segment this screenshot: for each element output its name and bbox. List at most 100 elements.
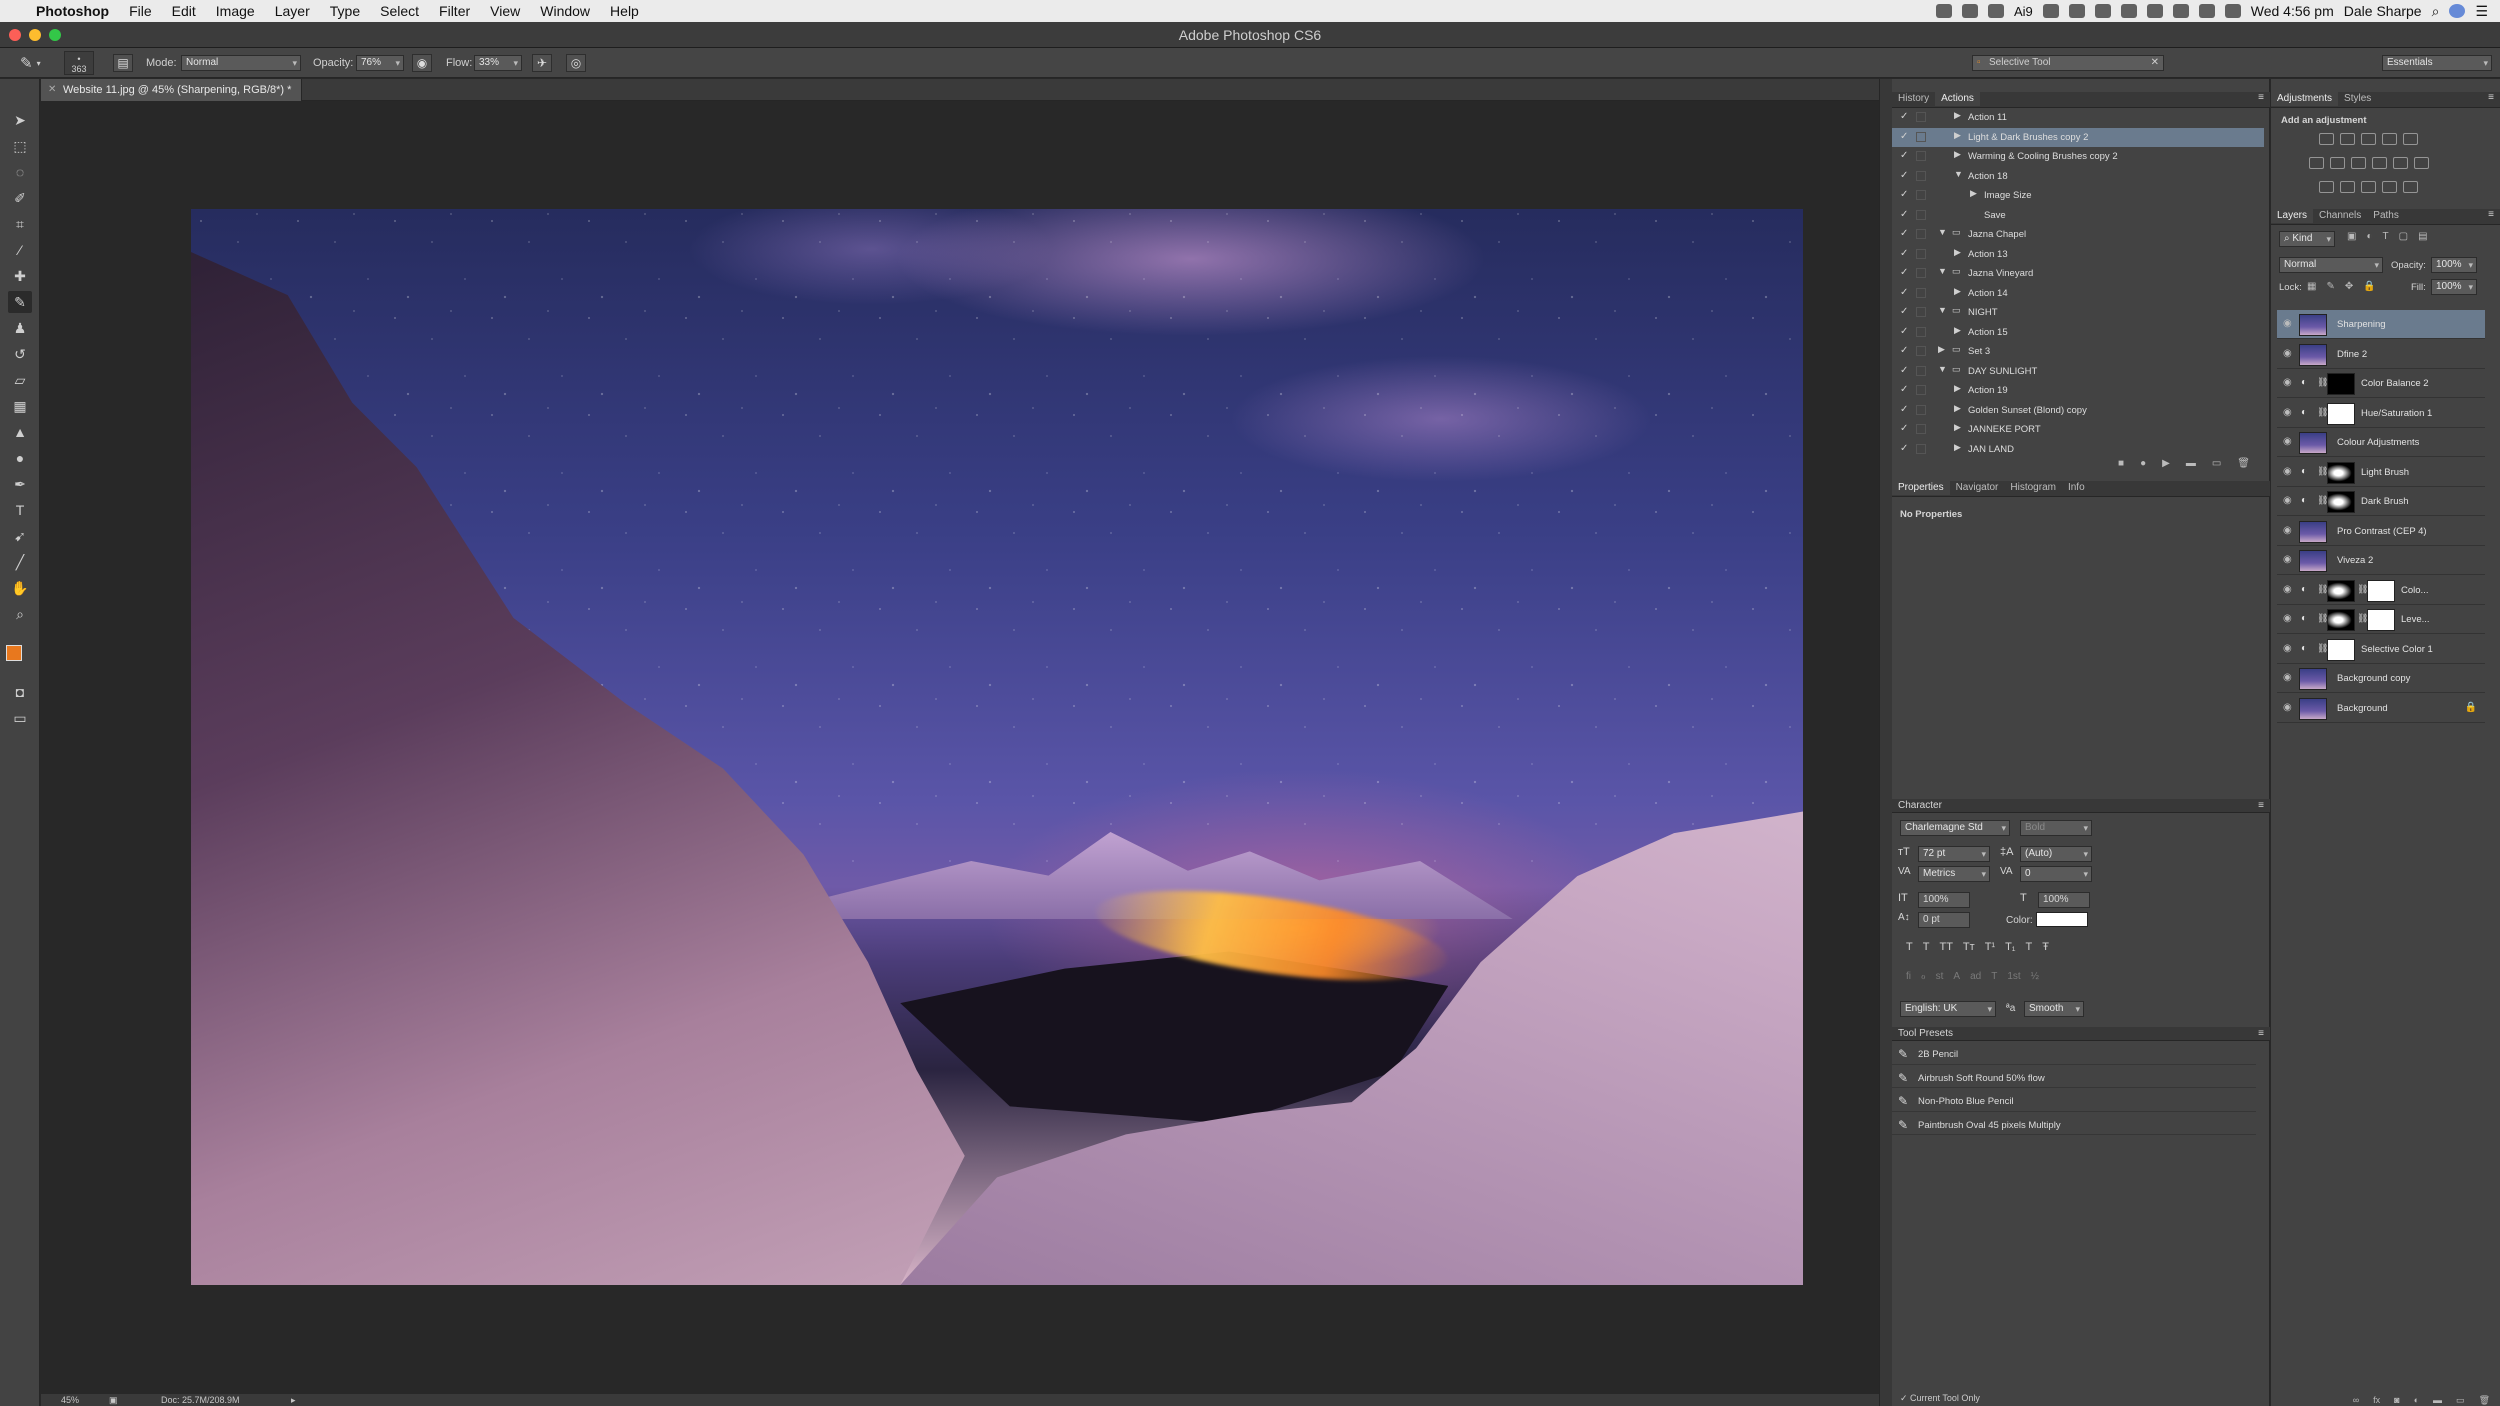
menu-type[interactable]: Type (320, 0, 370, 22)
opentype-button[interactable]: ad (1970, 971, 1981, 987)
action-dialog-toggle-icon[interactable] (1916, 170, 1926, 181)
clone-stamp-tool-icon[interactable]: ♟ (8, 317, 32, 339)
action-row[interactable]: ✓ ▶ JANNEKE PORT (1892, 420, 2264, 440)
action-dialog-toggle-icon[interactable] (1916, 326, 1926, 337)
collapse-triangle-icon[interactable]: ▼ (1938, 266, 1947, 276)
expand-triangle-icon[interactable]: ▶ (1954, 286, 1961, 297)
expand-triangle-icon[interactable]: ▶ (1954, 383, 1961, 394)
new-set-icon[interactable]: ▬ (2186, 458, 2196, 472)
canvas-area[interactable] (41, 101, 1879, 1394)
menu-layer[interactable]: Layer (265, 0, 320, 22)
expand-triangle-icon[interactable]: ▶ (1954, 403, 1961, 414)
workspace-select[interactable]: Essentials (2382, 55, 2492, 71)
action-dialog-toggle-icon[interactable] (1916, 209, 1926, 220)
action-enable-check-icon[interactable]: ✓ (1900, 307, 1910, 317)
action-row[interactable]: ✓ ▶ Golden Sunset (Blond) copy (1892, 401, 2264, 421)
action-dialog-toggle-icon[interactable] (1916, 424, 1926, 434)
dodge-tool-icon[interactable]: ● (8, 447, 32, 469)
curves-icon[interactable] (2361, 133, 2376, 145)
layer-row[interactable]: ◉ Pro Contrast (CEP 4) (2277, 517, 2485, 546)
new-fill-layer-icon[interactable]: ◐ (2414, 1395, 2419, 1406)
brush-tool-icon[interactable]: ✎ (8, 291, 32, 313)
action-enable-check-icon[interactable]: ✓ (1900, 443, 1910, 454)
text-style-button[interactable]: T (1906, 941, 1913, 957)
layer-fill-input[interactable]: 100% (2431, 279, 2477, 295)
action-dialog-toggle-icon[interactable] (1916, 151, 1926, 161)
eraser-tool-icon[interactable]: ▱ (8, 369, 32, 391)
filter-smart-icon[interactable]: ▤ (2418, 231, 2427, 242)
expand-triangle-icon[interactable]: ▶ (1938, 344, 1945, 355)
vibrance-icon[interactable] (2403, 133, 2418, 145)
font-size-input[interactable]: 72 pt (1918, 846, 1990, 862)
layer-row[interactable]: ◉ ◐ ⛓ ⛓ Colo... (2277, 576, 2485, 605)
zoom-tool-icon[interactable]: ⌕ (8, 603, 32, 625)
wifi-icon[interactable] (2094, 4, 2111, 18)
pressure-size-icon[interactable]: ◎ (566, 54, 586, 72)
antialias-select[interactable]: Smooth (2024, 1001, 2084, 1017)
action-row[interactable]: ✓ ▶ Action 19 (1892, 381, 2264, 401)
gradient-map-icon[interactable] (2382, 181, 2397, 193)
layer-visibility-icon[interactable]: ◉ (2283, 584, 2292, 595)
layer-row[interactable]: ◉ ◐ ⛓ Light Brush (2277, 458, 2485, 487)
collapse-triangle-icon[interactable]: ▼ (1938, 364, 1947, 374)
opentype-button[interactable]: A (1953, 971, 1960, 987)
menu-help[interactable]: Help (600, 0, 649, 22)
action-enable-check-icon[interactable]: ✓ (1900, 287, 1910, 298)
healing-brush-tool-icon[interactable]: ✚ (8, 265, 32, 287)
layer-visibility-icon[interactable]: ◉ (2283, 702, 2292, 713)
action-dialog-toggle-icon[interactable] (1916, 287, 1926, 298)
expand-triangle-icon[interactable]: ▶ (1954, 149, 1961, 160)
clipboard-icon[interactable] (2042, 4, 2059, 18)
blur-tool-icon[interactable]: ▲ (8, 421, 32, 443)
tab-histogram[interactable]: Histogram (2004, 481, 2062, 495)
action-enable-check-icon[interactable]: ✓ (1900, 151, 1910, 161)
tab-properties[interactable]: Properties (1892, 481, 1950, 495)
layer-visibility-icon[interactable]: ◉ (2283, 407, 2292, 418)
action-enable-check-icon[interactable]: ✓ (1900, 346, 1910, 356)
photo-filter-icon[interactable] (2372, 157, 2387, 169)
tool-preset-item[interactable]: ✎ 2B Pencil (1892, 1045, 2256, 1065)
play-icon[interactable]: ▶ (2162, 458, 2170, 472)
action-dialog-toggle-icon[interactable] (1916, 268, 1926, 278)
layer-mask-thumbnail[interactable] (2327, 461, 2355, 484)
text-style-button[interactable]: Ŧ (2042, 941, 2049, 957)
brush-size-picker[interactable]: • 363 (64, 48, 94, 78)
path-selection-tool-icon[interactable]: ➹ (8, 525, 32, 547)
layer-row[interactable]: ◉ ◐ ⛓ ⛓ Leve... (2277, 605, 2485, 634)
character-panel-menu-icon[interactable]: ≡ (2258, 799, 2264, 813)
action-enable-check-icon[interactable]: ✓ (1900, 209, 1910, 220)
tool-preset-picker[interactable]: ✎ ▾ (20, 48, 41, 78)
tool-preset-item[interactable]: ✎ Paintbrush Oval 45 pixels Multiply (1892, 1116, 2256, 1135)
delete-layer-icon[interactable]: 🗑 (2479, 1395, 2490, 1406)
layer-visibility-icon[interactable]: ◉ (2283, 436, 2292, 447)
action-enable-check-icon[interactable]: ✓ (1900, 424, 1910, 434)
action-row[interactable]: ✓ ▼ ▭ Jazna Vineyard (1892, 264, 2264, 284)
action-enable-check-icon[interactable]: ✓ (1900, 248, 1910, 259)
document-image[interactable] (191, 209, 1803, 1285)
action-dialog-toggle-icon[interactable] (1916, 131, 1926, 142)
layer-mask-thumbnail[interactable] (2327, 579, 2355, 602)
marquee-tool-icon[interactable]: ⬚ (8, 135, 32, 157)
expand-triangle-icon[interactable]: ▶ (1954, 325, 1961, 336)
new-group-icon[interactable]: ▬ (2433, 1395, 2442, 1406)
layer-row[interactable]: ◉ Background copy (2277, 664, 2485, 693)
layer-row[interactable]: ◉ Dfine 2 (2277, 340, 2485, 369)
flag-icon[interactable] (2224, 4, 2241, 18)
foreground-color-swatch[interactable] (6, 645, 22, 661)
quick-select-tool-icon[interactable]: ✐ (8, 187, 32, 209)
tracking-input[interactable]: 0 (2020, 866, 2092, 882)
layer-visibility-icon[interactable]: ◉ (2283, 613, 2292, 624)
horizontal-scale-input[interactable]: 100% (2038, 892, 2090, 908)
action-row[interactable]: ✓ ▶ Action 13 (1892, 245, 2264, 265)
action-row[interactable]: ✓ ▼ ▭ DAY SUNLIGHT (1892, 362, 2264, 382)
evernote-icon[interactable] (1961, 4, 1978, 18)
delete-action-icon[interactable]: 🗑 (2237, 458, 2250, 472)
mode-select[interactable]: Normal (181, 55, 301, 71)
filter-shape-icon[interactable]: ▢ (2399, 231, 2408, 242)
layer-filter-select[interactable]: ⌕ Kind (2279, 231, 2335, 247)
layer-mask-thumbnail[interactable] (2327, 491, 2355, 513)
layer-opacity-input[interactable]: 100% (2431, 257, 2477, 273)
action-row[interactable]: ✓ Save (1892, 206, 2264, 226)
action-dialog-toggle-icon[interactable] (1916, 365, 1926, 376)
menu-file[interactable]: File (119, 0, 162, 22)
